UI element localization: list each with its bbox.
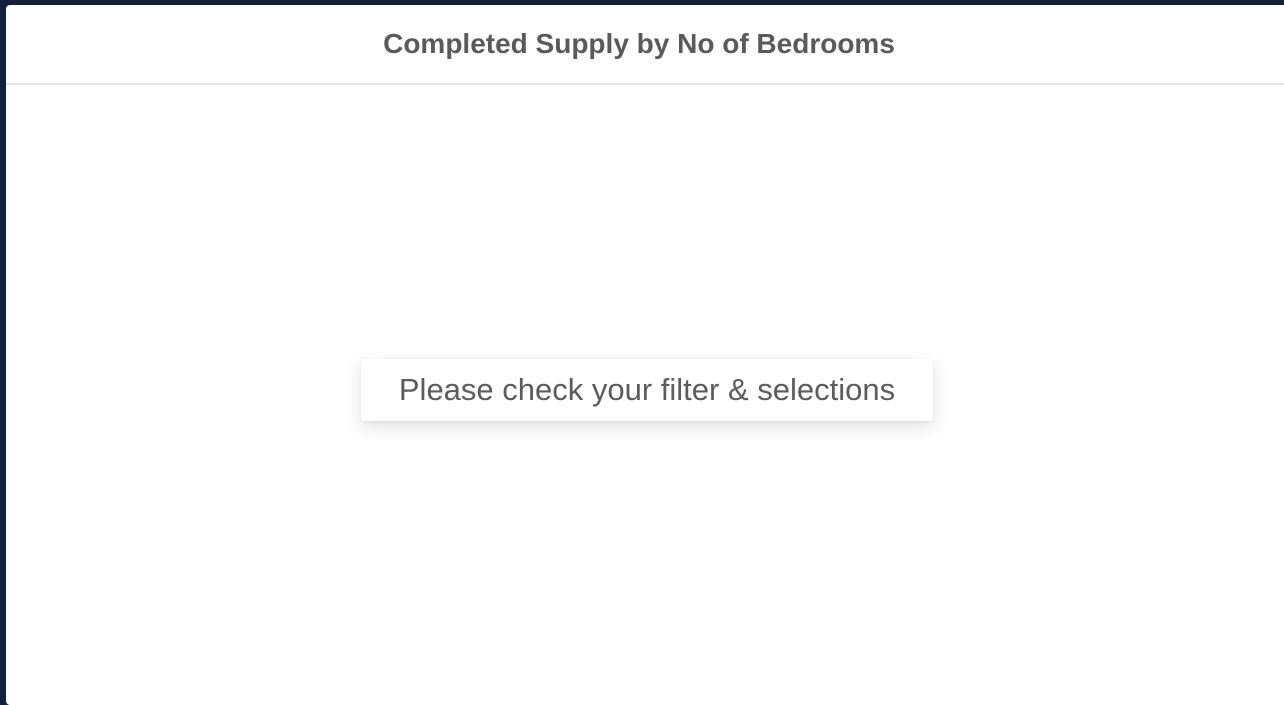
panel-body: Please check your filter & selections — [6, 85, 1284, 705]
chart-panel: Completed Supply by No of Bedrooms Pleas… — [6, 5, 1284, 705]
panel-header: Completed Supply by No of Bedrooms — [6, 5, 1284, 85]
panel-title: Completed Supply by No of Bedrooms — [383, 28, 895, 59]
empty-state-message: Please check your filter & selections — [361, 359, 933, 421]
